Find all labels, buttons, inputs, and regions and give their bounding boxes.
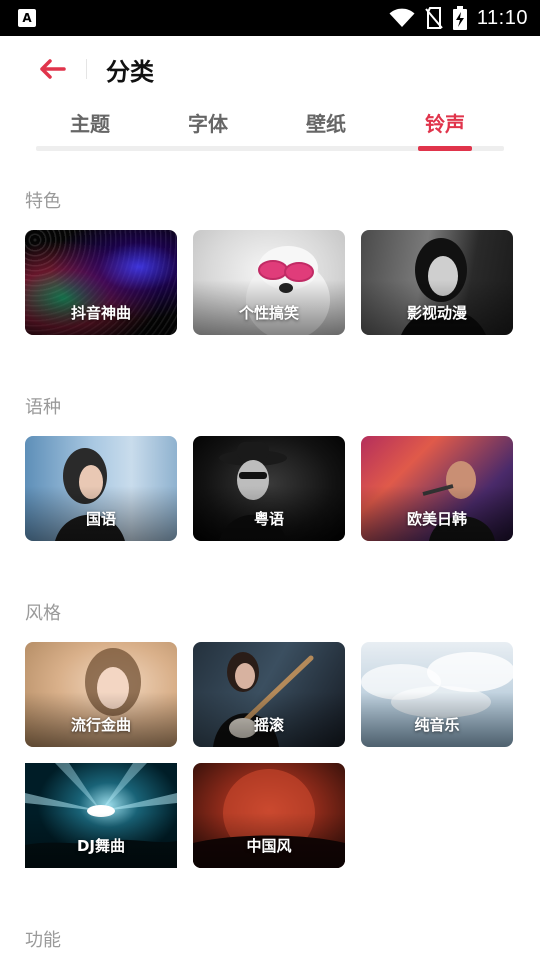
card-label: 影视动漫	[406, 304, 467, 322]
card-label: 中国风	[246, 837, 292, 855]
section-title-language: 语种	[25, 397, 61, 418]
app-header: 分类	[0, 36, 540, 106]
section-title-featured: 特色	[25, 191, 61, 212]
card-funny[interactable]: 个性搞笑	[193, 230, 345, 335]
status-time: 11:10	[476, 6, 528, 29]
tab-ringtone[interactable]: 铃声	[391, 106, 499, 146]
card-mandarin[interactable]: 国语	[25, 436, 177, 541]
card-label: 国语	[85, 510, 116, 528]
card-label: 摇滚	[253, 716, 284, 734]
card-label: 抖音神曲	[70, 304, 131, 322]
app-notification-icon: A	[18, 9, 36, 27]
page-title: 分类	[106, 58, 154, 86]
card-label: 个性搞笑	[238, 304, 299, 322]
card-label: 流行金曲	[70, 716, 131, 734]
header-divider	[86, 59, 87, 79]
tab-font[interactable]: 字体	[154, 106, 262, 146]
card-dj[interactable]: DJ舞曲	[25, 763, 177, 868]
card-label: 欧美日韩	[406, 510, 467, 528]
back-button[interactable]	[34, 54, 70, 84]
card-pop-hits[interactable]: 流行金曲	[25, 642, 177, 747]
card-cantonese[interactable]: 粤语	[193, 436, 345, 541]
card-western-jk[interactable]: 欧美日韩	[361, 436, 513, 541]
status-bar: A 11:10	[0, 0, 540, 36]
no-sim-icon	[425, 7, 443, 29]
battery-charging-icon	[452, 6, 467, 30]
back-arrow-icon	[40, 59, 66, 79]
section-title-style: 风格	[25, 603, 61, 624]
card-film-anime[interactable]: 影视动漫	[361, 230, 513, 335]
card-douyin-hits[interactable]: 抖音神曲	[25, 230, 177, 335]
card-instrumental[interactable]: 纯音乐	[361, 642, 513, 747]
section-title-function: 功能	[25, 930, 61, 951]
card-label: DJ舞曲	[76, 837, 126, 855]
tab-active-indicator	[418, 146, 472, 151]
card-label: 纯音乐	[414, 716, 460, 734]
card-label: 粤语	[253, 510, 284, 528]
status-icons: 11:10	[389, 0, 528, 36]
category-tabs: 主题 字体 壁纸 铃声	[36, 106, 504, 152]
card-rock[interactable]: 摇滚	[193, 642, 345, 747]
tab-theme[interactable]: 主题	[36, 106, 144, 146]
wifi-icon	[389, 8, 415, 27]
card-chinese-style[interactable]: 中国风	[193, 763, 345, 868]
tab-wallpaper[interactable]: 壁纸	[272, 106, 380, 146]
